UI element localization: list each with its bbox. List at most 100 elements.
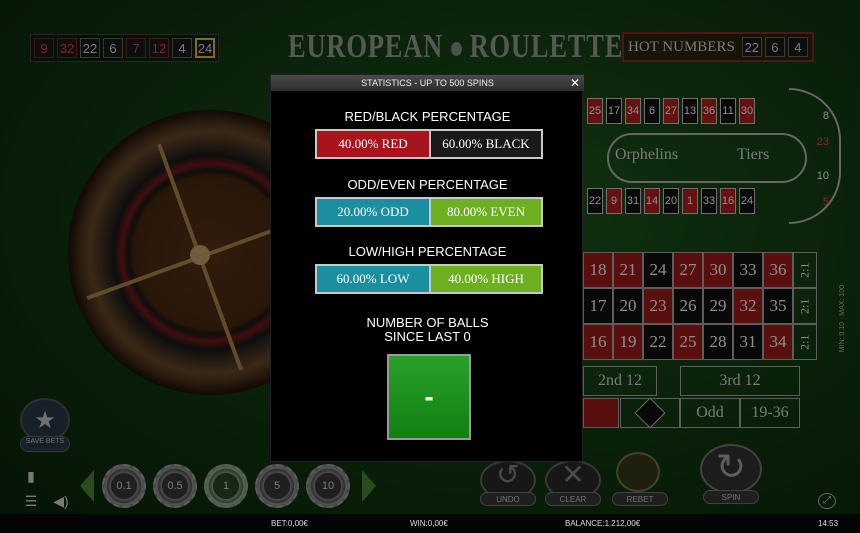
- number-bet[interactable]: 31: [733, 324, 763, 360]
- number-bet[interactable]: 24: [643, 252, 673, 288]
- number-bet[interactable]: 36: [763, 252, 793, 288]
- racetrack-number[interactable]: 25: [587, 98, 603, 124]
- modal-title: STATISTICS - UP TO 500 SPINS: [361, 78, 494, 88]
- recent-number: 9: [34, 38, 54, 58]
- bar-chart-icon[interactable]: ▮: [20, 466, 42, 486]
- number-bet[interactable]: 18: [583, 252, 613, 288]
- number-bet[interactable]: 33: [733, 252, 763, 288]
- racetrack-end: [789, 88, 841, 224]
- clock: 14:53: [818, 519, 839, 528]
- number-bet[interactable]: 16: [583, 324, 613, 360]
- number-bet[interactable]: 35: [763, 288, 793, 324]
- number-bet[interactable]: 28: [703, 324, 733, 360]
- percentage-segment-left: 60.00% LOW: [317, 266, 429, 292]
- racetrack-top-row[interactable]: 25 17 34 6 27 13 36 11 30: [587, 98, 755, 124]
- top-bar: 9 32 22 6 7 12 4 24 EUROPEAN ROULETTE HOT NUMBER…: [0, 28, 860, 68]
- chip-1[interactable]: 1: [204, 464, 248, 508]
- column-bet[interactable]: 2:1: [793, 324, 817, 360]
- odd-bet[interactable]: Odd: [680, 398, 740, 428]
- racetrack-number[interactable]: 27: [663, 98, 679, 124]
- stat-section-title: LOW/HIGH PERCENTAGE: [348, 244, 507, 259]
- percentage-segment-left: 20.00% ODD: [317, 199, 429, 225]
- racetrack-number[interactable]: 9: [606, 188, 622, 214]
- red-bet[interactable]: [583, 398, 619, 428]
- chip-0.1[interactable]: 0.1: [102, 464, 146, 508]
- recent-numbers: 9 32 22 6 7 12 4 24: [30, 34, 219, 62]
- percentage-segment-right: 80.00% EVEN: [429, 199, 541, 225]
- game-table: 9 32 22 6 7 12 4 24 EUROPEAN ROULETTE HOT NUMBER…: [0, 0, 860, 533]
- title-ball-icon: [450, 42, 462, 57]
- racetrack-bottom-row[interactable]: 22 9 31 14 20 1 33 16 24: [587, 188, 755, 214]
- modal-header: STATISTICS - UP TO 500 SPINS ✕: [271, 75, 584, 91]
- wheel-turret: [190, 245, 210, 265]
- black-bet[interactable]: [620, 397, 680, 429]
- speaker-icon[interactable]: ◀): [50, 491, 72, 511]
- percentage-bar: 20.00% ODD 80.00% EVEN: [315, 197, 543, 227]
- orphelins-bet[interactable]: Orphelins: [615, 146, 678, 164]
- number-bet[interactable]: 17: [583, 288, 613, 324]
- racetrack-end-number[interactable]: 23: [817, 136, 829, 148]
- racetrack-number[interactable]: 22: [587, 188, 603, 214]
- racetrack-number[interactable]: 13: [682, 98, 698, 124]
- racetrack-number[interactable]: 6: [644, 98, 660, 124]
- number-bet[interactable]: 25: [673, 324, 703, 360]
- racetrack-number[interactable]: 34: [625, 98, 641, 124]
- number-bet[interactable]: 29: [703, 288, 733, 324]
- dozen-2-bet[interactable]: 2nd 12: [583, 366, 657, 396]
- number-bet[interactable]: 19: [613, 324, 643, 360]
- racetrack-number[interactable]: 1: [682, 188, 698, 214]
- balls-since-zero-title: NUMBER OF BALLS SINCE LAST 0: [271, 316, 584, 344]
- column-bet[interactable]: 2:1: [793, 252, 817, 288]
- game-title: EUROPEAN ROULETTE: [288, 28, 623, 66]
- number-bet[interactable]: 32: [733, 288, 763, 324]
- stat-section-title: RED/BLACK PERCENTAGE: [344, 109, 511, 124]
- dozen-3-bet[interactable]: 3rd 12: [680, 366, 800, 396]
- hot-numbers[interactable]: HOT NUMBERS 22 6 4: [622, 32, 814, 62]
- racetrack-number[interactable]: 31: [625, 188, 641, 214]
- column-bet[interactable]: 2:1: [793, 288, 817, 324]
- number-bet[interactable]: 23: [643, 288, 673, 324]
- chip-next-arrow-icon[interactable]: [362, 470, 376, 502]
- chip-0.5[interactable]: 0.5: [153, 464, 197, 508]
- racetrack-number[interactable]: 24: [739, 188, 755, 214]
- rebet-label: REBET: [612, 492, 668, 506]
- number-bet[interactable]: 27: [673, 252, 703, 288]
- clear-label: CLEAR: [545, 492, 601, 506]
- rebet-button[interactable]: [616, 452, 660, 492]
- racetrack-number[interactable]: 33: [701, 188, 717, 214]
- number-bet[interactable]: 20: [613, 288, 643, 324]
- racetrack-number[interactable]: 16: [720, 188, 736, 214]
- racetrack-number[interactable]: 36: [701, 98, 717, 124]
- grid-row: 17 20 23 26 29 32 35 2:1: [583, 288, 817, 324]
- menu-icon[interactable]: ☰: [20, 491, 42, 511]
- racetrack-number[interactable]: 14: [644, 188, 660, 214]
- racetrack-end-number[interactable]: 8: [823, 110, 829, 122]
- tiers-bet[interactable]: Tiers: [737, 146, 769, 164]
- chip-10[interactable]: 10: [306, 464, 350, 508]
- number-bet[interactable]: 22: [643, 324, 673, 360]
- number-bet[interactable]: 30: [703, 252, 733, 288]
- racetrack-number[interactable]: 17: [606, 98, 622, 124]
- save-bets-button[interactable]: ★ SAVE BETS: [20, 398, 70, 452]
- undo-label: UNDO: [480, 492, 536, 506]
- bet-amount: BET:0,00€: [271, 519, 308, 528]
- save-bets-label: SAVE BETS: [20, 436, 70, 452]
- number-bet[interactable]: 21: [613, 252, 643, 288]
- racetrack-number[interactable]: 30: [739, 98, 755, 124]
- hot-number: 4: [787, 37, 808, 57]
- betting-grid[interactable]: 18 21 24 27 30 33 36 2:1 17 20 23 26 29 32 35 2:1 16 19 22…: [583, 252, 817, 360]
- grid-row: 16 19 22 25 28 31 34 2:1: [583, 324, 817, 360]
- number-bet[interactable]: 34: [763, 324, 793, 360]
- number-bet[interactable]: 26: [673, 288, 703, 324]
- hot-numbers-label: HOT NUMBERS: [628, 38, 735, 55]
- racetrack-end-number[interactable]: 5: [823, 196, 829, 208]
- chip-prev-arrow-icon[interactable]: [80, 470, 94, 502]
- racetrack-number[interactable]: 11: [720, 98, 736, 124]
- close-icon[interactable]: ✕: [570, 76, 580, 90]
- racetrack-number[interactable]: 20: [663, 188, 679, 214]
- high-bet[interactable]: 19-36: [740, 398, 800, 428]
- title-left: EUROPEAN: [288, 28, 444, 65]
- racetrack-end-number[interactable]: 10: [817, 170, 829, 182]
- expand-icon[interactable]: ⤢: [818, 493, 836, 509]
- chip-5[interactable]: 5: [255, 464, 299, 508]
